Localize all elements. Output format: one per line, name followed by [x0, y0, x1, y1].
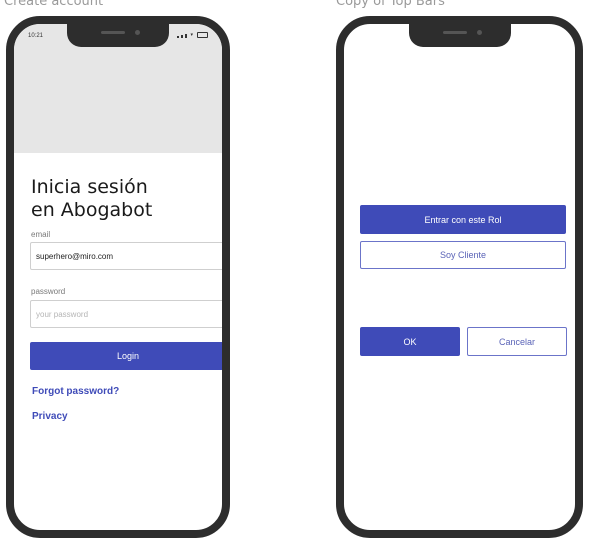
signal-icon: [177, 36, 180, 38]
role-button[interactable]: Entrar con este Rol: [360, 205, 566, 234]
ok-button[interactable]: OK: [360, 327, 460, 356]
title-line-2: en Abogabot: [31, 199, 153, 221]
email-label: email: [31, 230, 51, 239]
client-button[interactable]: Soy Cliente: [360, 241, 566, 269]
password-field[interactable]: [30, 300, 222, 328]
phone-role-select: Entrar con este Rol Soy Cliente OK Cance…: [336, 16, 583, 538]
status-time: 10:21: [28, 33, 44, 39]
signal-icon: [181, 35, 184, 38]
camera-icon: [135, 30, 140, 35]
email-field[interactable]: [30, 242, 222, 270]
password-label: password: [31, 287, 66, 296]
phone-notch: [67, 24, 169, 47]
phone-notch: [408, 24, 511, 47]
title-line-1: Inicia sesión: [31, 176, 148, 198]
speaker-icon: [101, 31, 125, 34]
signal-icon: [185, 34, 188, 38]
battery-icon: [197, 32, 208, 38]
login-button[interactable]: Login: [30, 342, 222, 370]
frame-label-create-account: Create account: [4, 0, 104, 9]
wifi-icon: ▾: [190, 32, 193, 38]
page-title: Inicia sesión en Abogabot: [31, 176, 152, 222]
status-icons: ▾: [177, 32, 208, 38]
forgot-password-link[interactable]: Forgot password?: [32, 386, 119, 397]
camera-icon: [476, 30, 482, 35]
privacy-link[interactable]: Privacy: [32, 411, 68, 422]
frame-label-top-bars: Copy of Top Bars: [336, 0, 445, 9]
cancel-button[interactable]: Cancelar: [467, 327, 567, 356]
speaker-icon: [442, 31, 467, 34]
phone-login: 10:21 ▾ Inicia sesiónen Abogabot email p…: [6, 16, 230, 538]
